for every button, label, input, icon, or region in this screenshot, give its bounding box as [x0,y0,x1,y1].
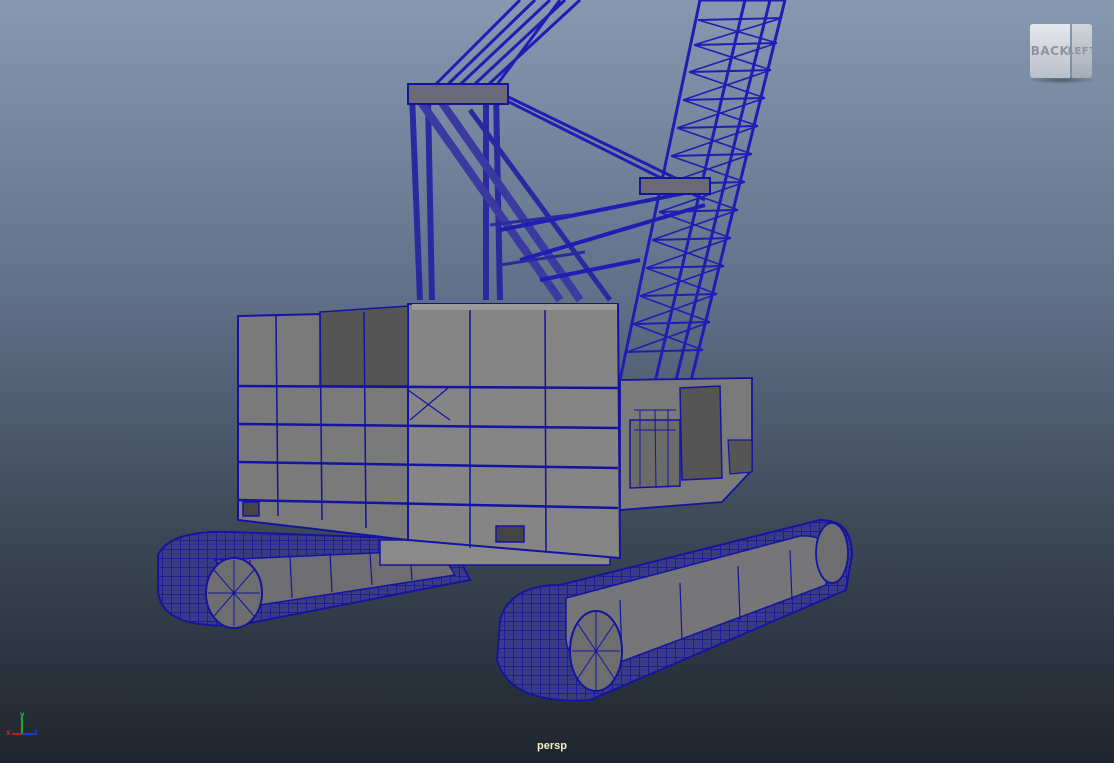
persp-viewport[interactable]: BACK LEFT y x z persp [0,0,1114,763]
camera-name-label: persp [537,740,567,752]
view-cube-back-face[interactable]: BACK [1030,24,1070,78]
view-cube-icon[interactable]: BACK LEFT [1024,24,1098,86]
axis-x-label: x [6,728,11,737]
operator-cab [619,377,753,511]
axis-gizmo: y x z [6,710,42,740]
carbody-counterweight [237,303,622,566]
crane-scene[interactable] [0,0,1114,763]
axis-z-label: z [34,728,38,737]
axis-y-label: y [20,710,25,719]
view-cube-left-face[interactable]: LEFT [1068,24,1096,78]
